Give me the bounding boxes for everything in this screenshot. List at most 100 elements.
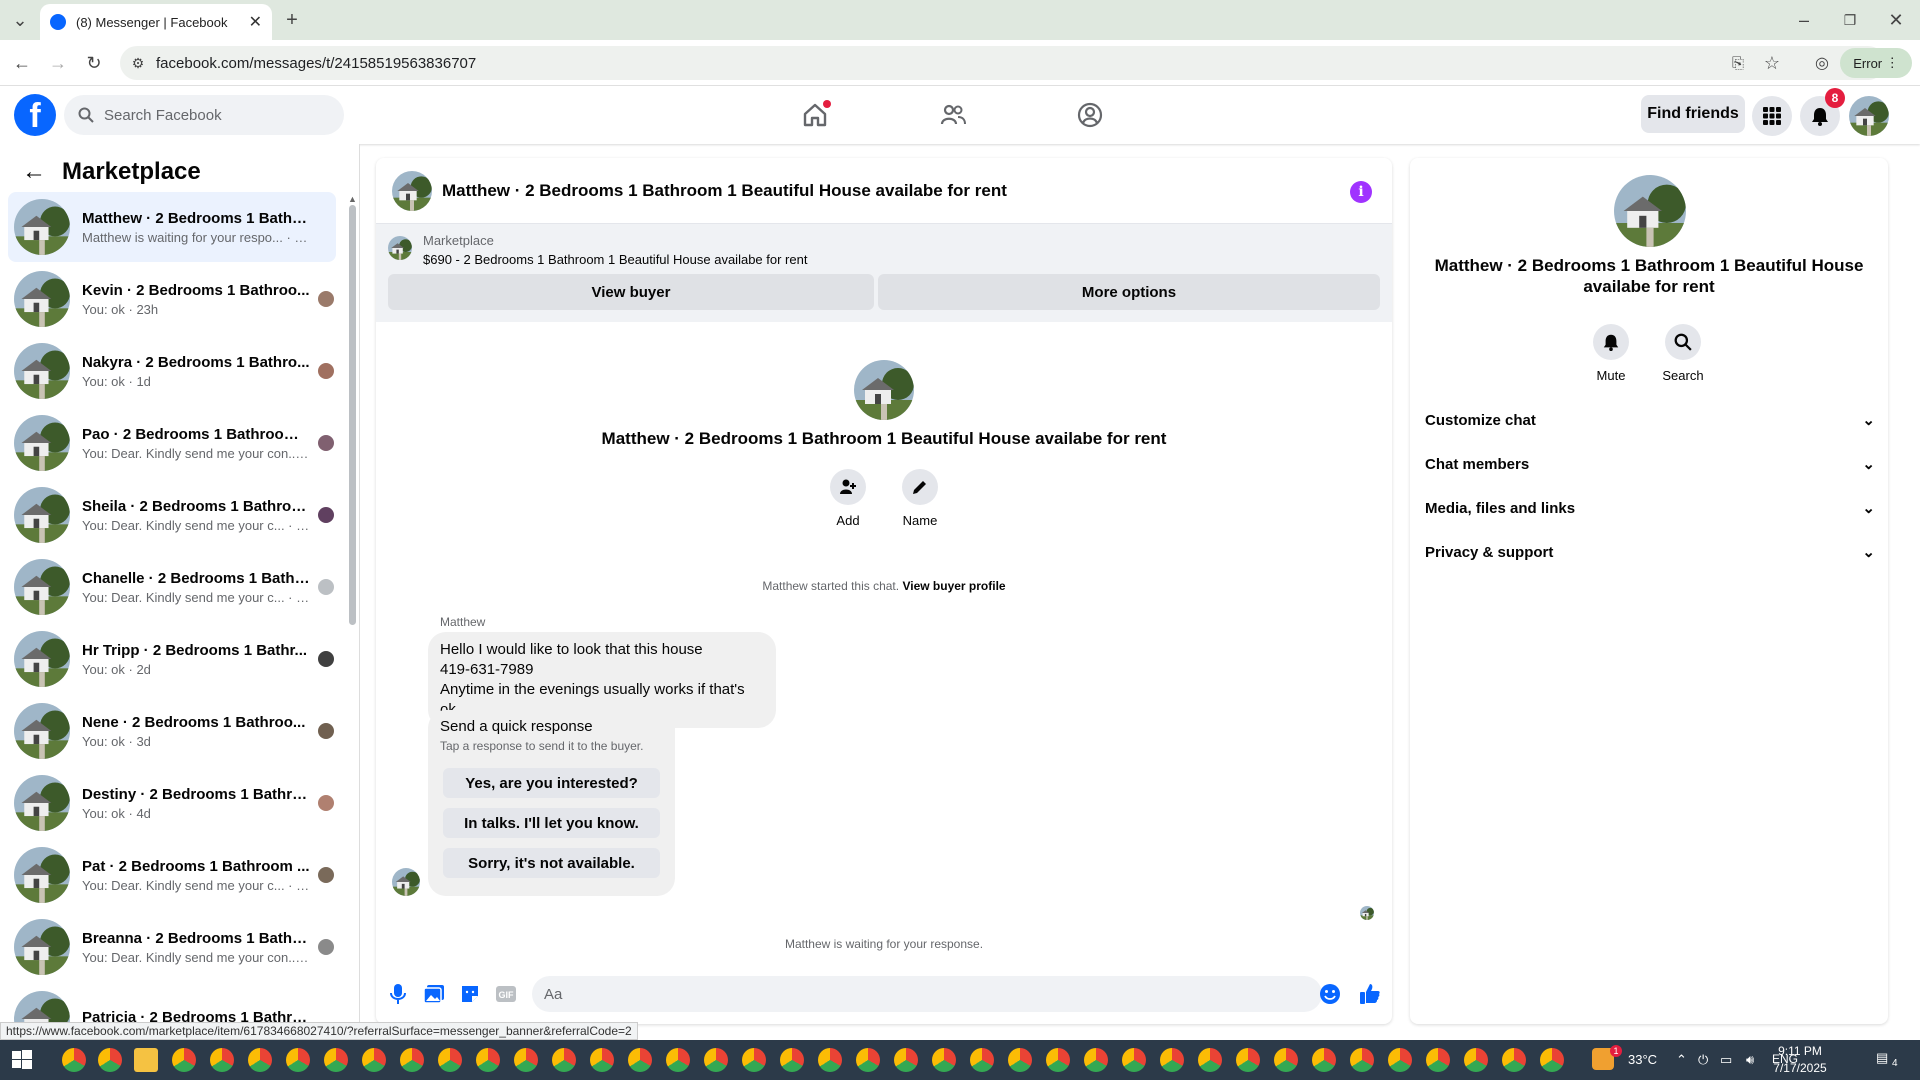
section-customize-chat[interactable]: Customize chat ⌄ [1425, 402, 1875, 438]
forward-icon[interactable]: → [44, 49, 72, 77]
conversation-item[interactable]: Pat · 2 Bedrooms 1 Bathroom ... You: Dear… [8, 840, 336, 910]
chrome-taskbar-icon[interactable] [742, 1048, 766, 1072]
chrome-taskbar-icon[interactable] [628, 1048, 652, 1072]
chrome-taskbar-icon[interactable] [1122, 1048, 1146, 1072]
site-info-icon[interactable]: ⚙ [124, 49, 152, 77]
facebook-logo-icon[interactable]: f [14, 94, 56, 136]
chrome-taskbar-icon[interactable] [248, 1048, 272, 1072]
gif-button[interactable]: GIF [494, 982, 518, 1006]
chrome-taskbar-icon[interactable] [362, 1048, 386, 1072]
conversation-item[interactable]: Chanelle · 2 Bedrooms 1 Bathr... You: Dea… [8, 552, 336, 622]
profile-error-button[interactable]: Error ⋮ [1840, 48, 1912, 78]
conversation-item[interactable]: Pao · 2 Bedrooms 1 Bathroom 1 ... You: De… [8, 408, 336, 478]
chrome-taskbar-icon[interactable] [62, 1048, 86, 1072]
windows-start-icon[interactable] [12, 1050, 32, 1070]
search-in-chat-button[interactable]: Search [1653, 324, 1713, 383]
chat-avatar[interactable] [392, 171, 432, 211]
back-arrow-icon[interactable]: ← [22, 158, 46, 186]
sidebar-scrollbar[interactable] [349, 205, 356, 625]
reload-icon[interactable]: ↻ [80, 49, 108, 77]
message-input[interactable]: Aa [532, 976, 1322, 1012]
mute-button[interactable]: Mute [1581, 324, 1641, 383]
like-button[interactable] [1358, 982, 1382, 1006]
listing-description[interactable]: $690 - 2 Bedrooms 1 Bathroom 1 Beautiful… [423, 252, 807, 267]
conversation-item[interactable]: Matthew · 2 Bedrooms 1 Bathro... Matthew … [8, 192, 336, 262]
network-icon[interactable]: ▭ [1720, 1052, 1732, 1068]
conversation-item[interactable]: Nene · 2 Bedrooms 1 Bathroo... You: ok · … [8, 696, 336, 766]
listing-thumbnail[interactable] [388, 236, 412, 260]
close-tab-icon[interactable]: ✕ [249, 12, 262, 32]
emoji-button[interactable] [1318, 982, 1342, 1006]
chrome-taskbar-icon[interactable] [666, 1048, 690, 1072]
chrome-taskbar-icon[interactable] [210, 1048, 234, 1072]
view-buyer-profile-link[interactable]: View buyer profile [902, 579, 1005, 593]
chrome-taskbar-icon[interactable] [286, 1048, 310, 1072]
tray-device-icon[interactable]: ⏻ [1698, 1052, 1708, 1068]
chrome-taskbar-icon[interactable] [1008, 1048, 1032, 1072]
chrome-taskbar-icon[interactable] [1236, 1048, 1260, 1072]
find-friends-button[interactable]: Find friends [1641, 95, 1745, 133]
section-chat-members[interactable]: Chat members ⌄ [1425, 446, 1875, 482]
voice-clip-button[interactable] [386, 982, 410, 1006]
volume-icon[interactable]: 🔊︎ [1746, 1052, 1754, 1068]
browser-tab[interactable]: (8) Messenger | Facebook ✕ [40, 4, 272, 40]
nav-home[interactable] [785, 90, 845, 140]
quick-response-sorry[interactable]: Sorry, it's not available. [443, 848, 660, 878]
file-explorer-icon[interactable] [134, 1048, 158, 1072]
chrome-taskbar-icon[interactable] [476, 1048, 500, 1072]
chrome-taskbar-icon[interactable] [1540, 1048, 1564, 1072]
chrome-taskbar-icon[interactable] [1426, 1048, 1450, 1072]
chrome-taskbar-icon[interactable] [1350, 1048, 1374, 1072]
sticker-button[interactable] [458, 982, 482, 1006]
temperature-label[interactable]: 33°C [1628, 1052, 1657, 1067]
account-avatar[interactable] [1849, 96, 1889, 136]
address-bar[interactable]: facebook.com/messages/t/2415851956383670… [120, 46, 1885, 80]
chrome-taskbar-icon[interactable] [856, 1048, 880, 1072]
chrome-taskbar-icon[interactable] [780, 1048, 804, 1072]
chrome-taskbar-icon[interactable] [1312, 1048, 1336, 1072]
profile-icon[interactable]: ◎ [1808, 49, 1836, 77]
bookmark-star-icon[interactable]: ☆ [1758, 49, 1786, 77]
quick-response-yes[interactable]: Yes, are you interested? [443, 768, 660, 798]
chrome-taskbar-icon[interactable] [590, 1048, 614, 1072]
search-input[interactable]: Search Facebook [64, 95, 344, 135]
action-center-icon[interactable]: ▤ [1876, 1050, 1888, 1066]
conversation-item[interactable]: Hr Tripp · 2 Bedrooms 1 Bathr... You: ok … [8, 624, 336, 694]
close-window-icon[interactable]: ✕ [1882, 6, 1910, 34]
chrome-taskbar-icon[interactable] [894, 1048, 918, 1072]
section-privacy-support[interactable]: Privacy & support ⌄ [1425, 534, 1875, 570]
back-icon[interactable]: ← [8, 49, 36, 77]
chrome-taskbar-icon[interactable] [704, 1048, 728, 1072]
edit-name-button[interactable]: Name [890, 469, 950, 528]
chrome-taskbar-icon[interactable] [400, 1048, 424, 1072]
more-options-button[interactable]: More options [878, 274, 1380, 310]
chrome-taskbar-icon[interactable] [1198, 1048, 1222, 1072]
chrome-taskbar-icon[interactable] [932, 1048, 956, 1072]
menu-grid-button[interactable] [1752, 96, 1792, 136]
conversation-item[interactable]: Breanna · 2 Bedrooms 1 Bathroo... You: De… [8, 912, 336, 982]
chrome-taskbar-icon[interactable] [514, 1048, 538, 1072]
chrome-taskbar-icon[interactable] [552, 1048, 576, 1072]
install-app-icon[interactable]: ⎘ [1724, 49, 1752, 77]
conversation-item[interactable]: Kevin · 2 Bedrooms 1 Bathroo... You: ok ·… [8, 264, 336, 334]
chrome-taskbar-icon[interactable] [1046, 1048, 1070, 1072]
chrome-taskbar-icon[interactable] [1084, 1048, 1108, 1072]
info-icon[interactable]: i [1350, 181, 1372, 203]
chrome-taskbar-icon[interactable] [1160, 1048, 1184, 1072]
chrome-taskbar-icon[interactable] [98, 1048, 122, 1072]
conversation-item[interactable]: Sheila · 2 Bedrooms 1 Bathroo... You: Dea… [8, 480, 336, 550]
quick-response-in-talks[interactable]: In talks. I'll let you know. [443, 808, 660, 838]
chrome-taskbar-icon[interactable] [1388, 1048, 1412, 1072]
nav-friends[interactable] [923, 90, 983, 140]
section-media-files-links[interactable]: Media, files and links ⌄ [1425, 490, 1875, 526]
nav-profile[interactable] [1060, 90, 1120, 140]
taskbar-clock[interactable]: 9:11 PM 7/17/2025 [1760, 1043, 1840, 1077]
chrome-taskbar-icon[interactable] [1502, 1048, 1526, 1072]
attach-media-button[interactable] [422, 982, 446, 1006]
scroll-up-icon[interactable]: ▲ [348, 194, 357, 204]
chrome-taskbar-icon[interactable] [1274, 1048, 1298, 1072]
chat-title[interactable]: Matthew · 2 Bedrooms 1 Bathroom 1 Beauti… [442, 181, 1007, 201]
chrome-taskbar-icon[interactable] [324, 1048, 348, 1072]
minimize-icon[interactable]: – [1790, 6, 1818, 34]
chrome-taskbar-icon[interactable] [1464, 1048, 1488, 1072]
